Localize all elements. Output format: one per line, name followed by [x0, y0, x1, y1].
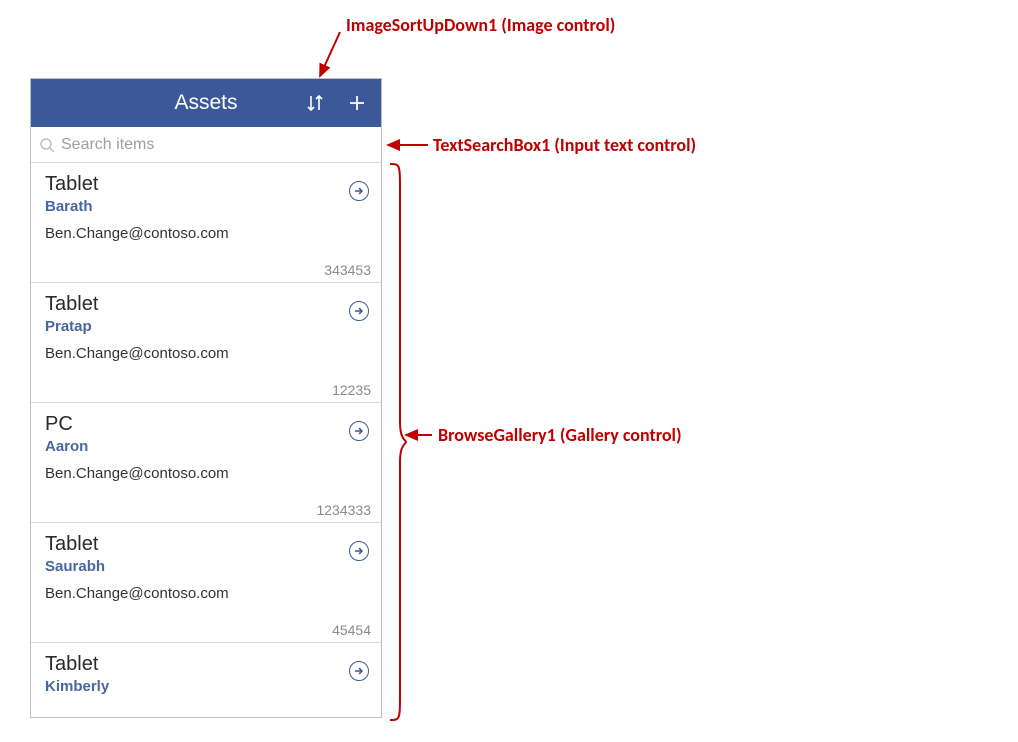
item-title: Tablet — [45, 293, 367, 316]
browse-gallery: Tablet Barath Ben.Change@contoso.com 343… — [31, 163, 381, 718]
item-email: Ben.Change@contoso.com — [45, 465, 367, 482]
item-email: Ben.Change@contoso.com — [45, 585, 367, 602]
item-email: Ben.Change@contoso.com — [45, 345, 367, 362]
item-title: Tablet — [45, 533, 367, 556]
item-owner: Aaron — [45, 438, 367, 455]
annotation-arrow — [316, 30, 346, 80]
item-owner: Barath — [45, 198, 367, 215]
list-item[interactable]: Tablet Pratap Ben.Change@contoso.com 122… — [31, 283, 381, 403]
list-item[interactable]: Tablet Kimberly — [31, 643, 381, 718]
annotation-arrow — [386, 140, 430, 150]
search-input[interactable] — [55, 136, 373, 154]
item-number: 12235 — [332, 382, 371, 398]
brace-icon — [388, 162, 408, 727]
item-number: 343453 — [324, 262, 371, 278]
item-email: Ben.Change@contoso.com — [45, 225, 367, 242]
item-number: 45454 — [332, 622, 371, 638]
chevron-right-icon[interactable] — [349, 421, 369, 441]
annotation-arrow — [404, 430, 434, 440]
sort-icon[interactable] — [297, 85, 333, 121]
annotation-gallery: BrowseGallery1 (Gallery control) — [438, 424, 682, 446]
chevron-right-icon[interactable] — [349, 301, 369, 321]
chevron-right-icon[interactable] — [349, 661, 369, 681]
titlebar: Assets — [31, 79, 381, 127]
app-frame: Assets — [30, 78, 382, 718]
annotation-search: TextSearchBox1 (Input text control) — [433, 134, 696, 156]
chevron-right-icon[interactable] — [349, 541, 369, 561]
list-item[interactable]: Tablet Barath Ben.Change@contoso.com 343… — [31, 163, 381, 283]
search-icon — [39, 137, 55, 153]
chevron-right-icon[interactable] — [349, 181, 369, 201]
item-title: Tablet — [45, 653, 367, 676]
item-owner: Saurabh — [45, 558, 367, 575]
annotation-sort: ImageSortUpDown1 (Image control) — [346, 14, 615, 36]
search-bar — [31, 127, 381, 163]
item-owner: Kimberly — [45, 678, 367, 695]
item-number: 1234333 — [316, 502, 371, 518]
item-title: Tablet — [45, 173, 367, 196]
list-item[interactable]: PC Aaron Ben.Change@contoso.com 1234333 — [31, 403, 381, 523]
list-item[interactable]: Tablet Saurabh Ben.Change@contoso.com 45… — [31, 523, 381, 643]
item-title: PC — [45, 413, 367, 436]
item-owner: Pratap — [45, 318, 367, 335]
add-icon[interactable] — [339, 85, 375, 121]
